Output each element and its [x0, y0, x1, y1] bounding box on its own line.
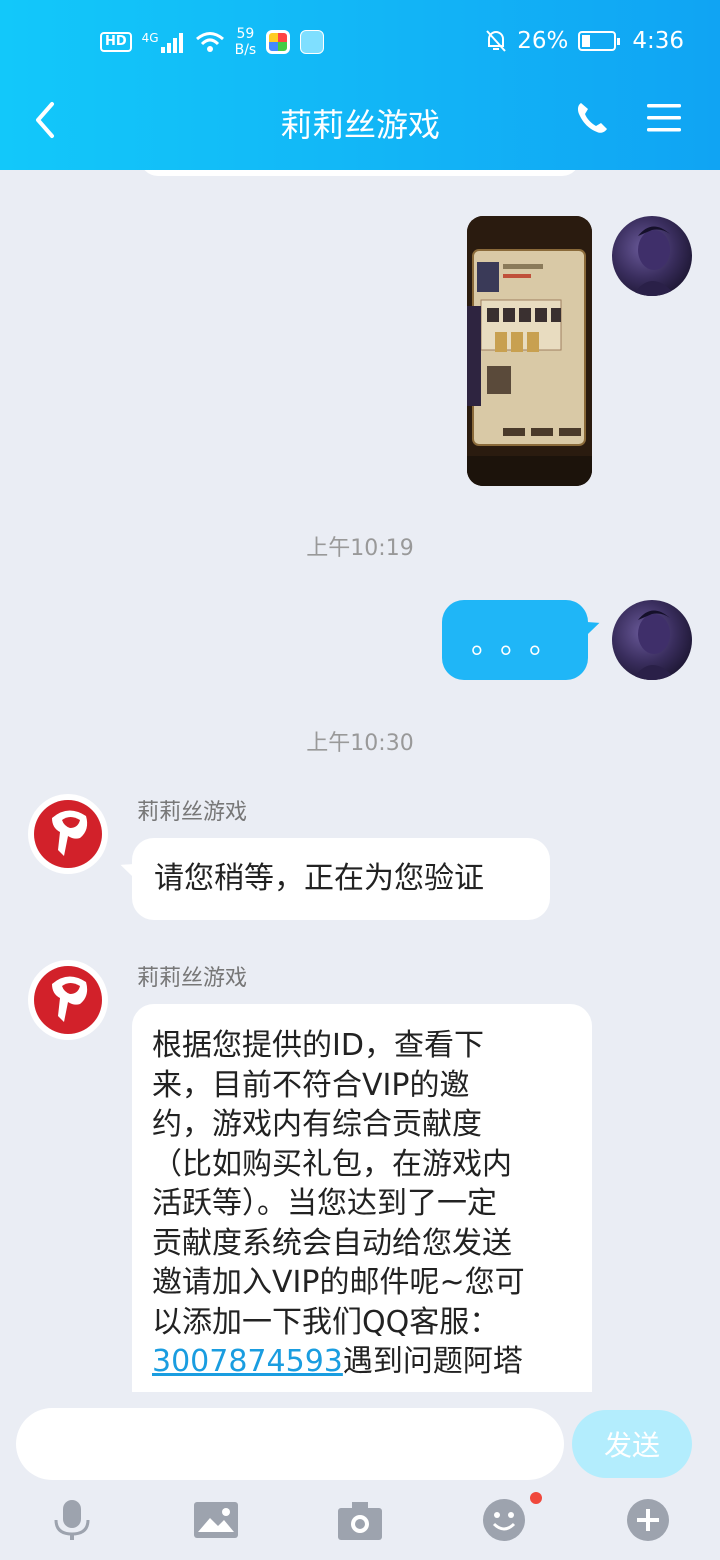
message-line: 贡献度系统会自动给您发送	[152, 1225, 512, 1261]
speed-value: 59	[236, 26, 255, 42]
sent-screenshot-image[interactable]	[467, 216, 592, 486]
previous-message-bubble	[140, 170, 580, 176]
message-line: 根据您提供的ID，查看下	[152, 1028, 484, 1063]
hd-badge: HD	[100, 32, 132, 52]
my-avatar[interactable]	[612, 216, 692, 296]
message-line: 来，目前不符合VIP的邀	[152, 1067, 470, 1103]
image-picker-icon[interactable]	[194, 1498, 238, 1542]
title-bar: 莉莉丝游戏	[0, 84, 720, 156]
app-notification-icon	[266, 30, 291, 54]
mute-bell-icon	[486, 30, 506, 52]
lilith-logo-icon	[34, 800, 102, 868]
sender-name: 莉莉丝游戏	[137, 966, 248, 991]
my-avatar[interactable]	[612, 600, 692, 680]
incoming-message-text: 请您稍等，正在为您验证	[154, 861, 484, 896]
outgoing-message-bubble[interactable]: 。。。	[442, 600, 603, 680]
message-timestamp: 上午10:30	[306, 731, 414, 756]
message-line: 以添加一下我们QQ客服：	[152, 1304, 500, 1340]
message-line: 约，游戏内有综合贡献度	[152, 1107, 482, 1142]
send-button[interactable]: 发送	[572, 1410, 692, 1478]
cellular-signal-icon: 4G	[142, 31, 185, 53]
emoji-icon[interactable]	[482, 1498, 526, 1542]
screenshot-thumbnail	[467, 216, 592, 486]
outgoing-message-text: 。。。	[471, 626, 573, 661]
battery-icon	[578, 31, 621, 51]
bubble-tail	[579, 615, 603, 637]
menu-icon[interactable]	[646, 102, 682, 134]
message-line-text: 遇到问题阿塔	[342, 1344, 523, 1379]
battery-percent: 26%	[517, 28, 569, 54]
message-line: 3007874593遇到问题阿塔	[152, 1342, 572, 1382]
voice-mic-icon[interactable]	[50, 1498, 94, 1542]
message-input[interactable]	[16, 1408, 564, 1480]
emoji-new-badge	[530, 1492, 542, 1504]
lilith-avatar[interactable]	[28, 960, 108, 1040]
wifi-icon	[195, 32, 224, 52]
chat-message-list[interactable]: 上午10:19 。。。 上午10:30 莉莉丝游戏 请您稍等，正在为您验证 莉莉…	[0, 170, 720, 1392]
camera-icon[interactable]	[338, 1498, 382, 1542]
phone-call-icon[interactable]	[574, 100, 610, 136]
network-type: 4G	[141, 31, 159, 45]
more-plus-icon[interactable]	[626, 1498, 670, 1542]
network-speed: 59 B/s	[235, 26, 257, 58]
app-store-notification-icon	[300, 30, 325, 54]
speed-unit: B/s	[234, 42, 257, 58]
incoming-message-bubble[interactable]: 根据您提供的ID，查看下 来，目前不符合VIP的邀 约，游戏内有综合贡献度 （比…	[132, 1004, 592, 1392]
message-line: （比如购买礼包，在游戏内	[152, 1146, 512, 1182]
message-line: 邀请加入VIP的邮件呢~您可	[152, 1265, 525, 1300]
lilith-logo-icon	[34, 966, 102, 1034]
lilith-avatar[interactable]	[28, 794, 108, 874]
message-line: 活跃等）。当您达到了一定	[152, 1186, 497, 1221]
qq-number-link[interactable]: 3007874593	[152, 1344, 343, 1379]
header-bar: HD 4G 59 B/s 26% 4:36 莉莉丝游戏	[0, 0, 720, 170]
chat-title: 莉莉丝游戏	[279, 106, 440, 144]
bubble-tail	[132, 1023, 141, 1045]
bubble-tail	[117, 857, 141, 879]
input-panel: 发送	[0, 1392, 720, 1560]
incoming-message-bubble[interactable]: 请您稍等，正在为您验证	[117, 838, 550, 920]
message-timestamp: 上午10:19	[306, 536, 414, 561]
clock: 4:36	[632, 28, 684, 54]
status-bar: HD 4G 59 B/s 26% 4:36	[0, 0, 720, 84]
sender-name: 莉莉丝游戏	[137, 800, 248, 825]
